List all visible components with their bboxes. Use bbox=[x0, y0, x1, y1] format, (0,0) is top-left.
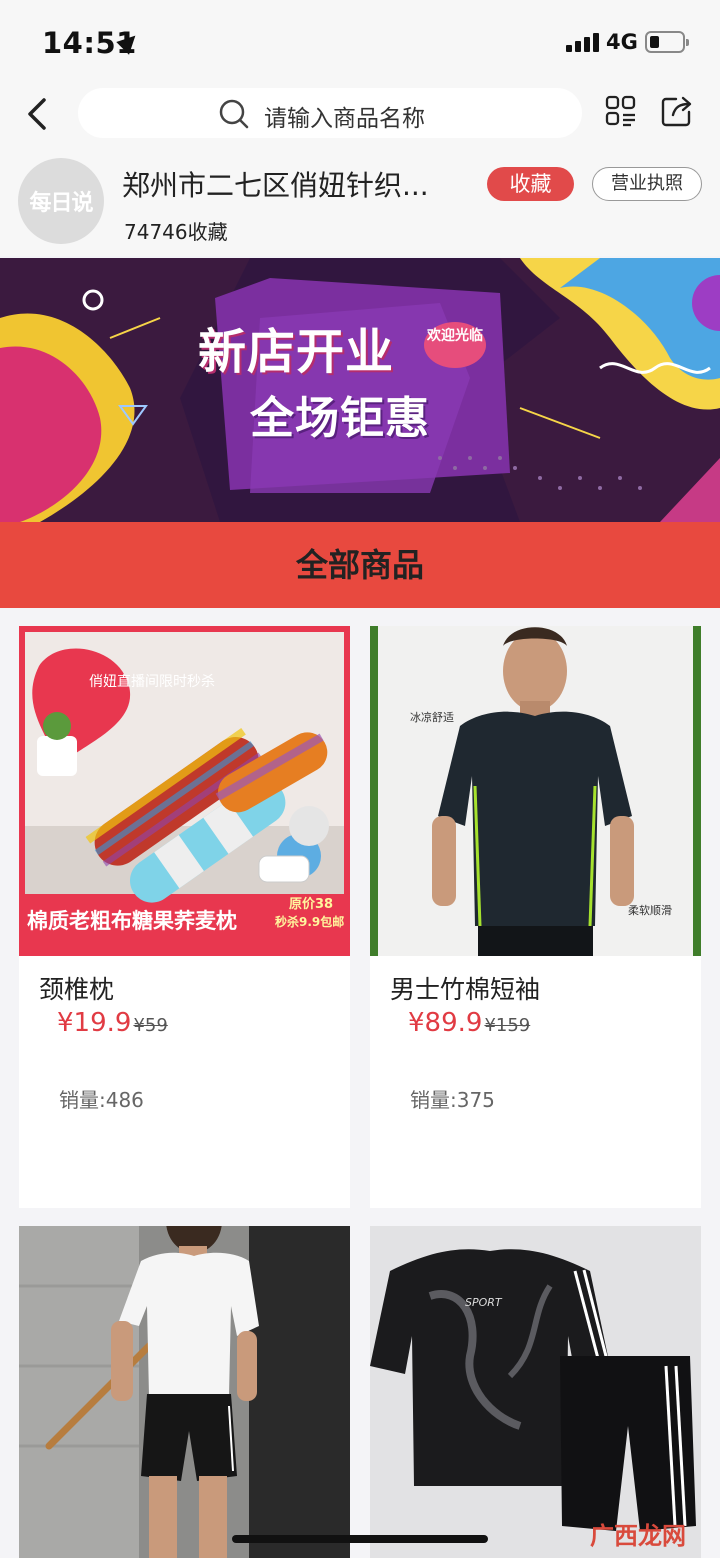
shop-avatar[interactable]: 每日说 bbox=[18, 158, 104, 244]
product-original-price: ¥59 bbox=[133, 1015, 168, 1036]
banner-subheadline: 全场钜惠 bbox=[250, 393, 430, 444]
product-sales: 销量:486 bbox=[59, 1088, 144, 1112]
status-bar: 14:51 4G bbox=[0, 0, 720, 84]
avatar-logo-text: 每日说 bbox=[29, 191, 93, 216]
favorite-button[interactable]: 收藏 bbox=[487, 167, 574, 201]
product-price: ¥89.9 bbox=[408, 1008, 483, 1038]
product-price-row: ¥19.9 ¥59 bbox=[57, 1008, 168, 1038]
svg-text:SPORT: SPORT bbox=[465, 1296, 503, 1309]
product-card[interactable]: SPORT bbox=[370, 1226, 701, 1558]
shop-header: 每日说 郑州市二七区俏妞针织... 74746收藏 收藏 营业执照 bbox=[0, 144, 720, 256]
category-grid-icon[interactable] bbox=[604, 94, 638, 128]
product-image[interactable]: 冰凉舒适 柔软顺滑 bbox=[370, 626, 701, 956]
product-image[interactable]: SPORT bbox=[370, 1226, 701, 1558]
navigation-bar: 请输入商品名称 bbox=[0, 84, 720, 144]
product-card[interactable] bbox=[19, 1226, 350, 1558]
business-license-button[interactable]: 营业执照 bbox=[592, 167, 702, 201]
product-card[interactable]: 俏妞直播间限时秒杀 棉质老粗布糖果荞麦枕 原价38 秒杀9.9包邮 颈椎枕 ¥1… bbox=[19, 626, 350, 1208]
favorite-count: 74746收藏 bbox=[124, 220, 228, 244]
product-price-row: ¥89.9 ¥159 bbox=[408, 1008, 530, 1038]
all-products-title: 全部商品 bbox=[0, 522, 720, 608]
product-image-note: 柔软顺滑 bbox=[628, 903, 672, 917]
product-image-caption: 棉质老粗布糖果荞麦枕 bbox=[27, 909, 237, 933]
back-button[interactable] bbox=[22, 94, 62, 134]
product-image[interactable]: 俏妞直播间限时秒杀 棉质老粗布糖果荞麦枕 原价38 秒杀9.9包邮 bbox=[19, 626, 350, 956]
signal-icon bbox=[566, 32, 599, 52]
product-image-tag: 俏妞直播间限时秒杀 bbox=[89, 673, 215, 690]
banner-welcome-badge: 欢迎光临 bbox=[424, 322, 486, 368]
product-original-price: ¥159 bbox=[484, 1015, 531, 1036]
battery-icon bbox=[645, 31, 689, 53]
watermark-logo: 广西龙网 bbox=[590, 1522, 686, 1550]
product-card[interactable]: 冰凉舒适 柔软顺滑 男士竹棉短袖 ¥89.9 ¥159 销量:375 bbox=[370, 626, 701, 1208]
product-image-promo: 原价38 bbox=[289, 897, 333, 912]
home-indicator[interactable] bbox=[232, 1535, 488, 1543]
search-icon bbox=[219, 99, 249, 129]
product-image-promo: 秒杀9.9包邮 bbox=[275, 914, 344, 929]
product-name[interactable]: 男士竹棉短袖 bbox=[390, 970, 540, 1006]
search-input[interactable]: 请输入商品名称 bbox=[78, 88, 582, 138]
product-image[interactable] bbox=[19, 1226, 350, 1558]
chevron-left-icon bbox=[28, 98, 46, 130]
banner-headline: 新店开业 bbox=[198, 324, 395, 380]
product-image-note: 冰凉舒适 bbox=[410, 710, 454, 724]
product-price: ¥19.9 bbox=[57, 1008, 132, 1038]
shop-name: 郑州市二七区俏妞针织... bbox=[122, 169, 429, 202]
network-type: 4G bbox=[606, 30, 638, 54]
search-placeholder: 请输入商品名称 bbox=[264, 106, 425, 132]
share-icon[interactable] bbox=[660, 94, 694, 128]
product-sales: 销量:375 bbox=[410, 1088, 495, 1112]
product-name[interactable]: 颈椎枕 bbox=[39, 970, 114, 1006]
